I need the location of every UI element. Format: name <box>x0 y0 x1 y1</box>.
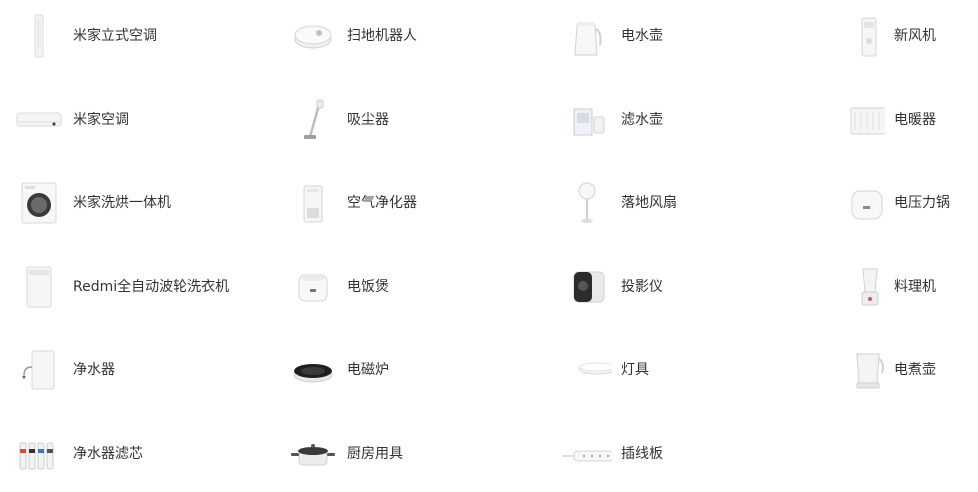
category-item-kettle[interactable]: 电水壶 <box>548 11 798 61</box>
category-item-robot-vacuum[interactable]: 扫地机器人 <box>274 11 524 61</box>
pot-icon <box>288 429 338 479</box>
air-purifier-icon <box>288 178 338 228</box>
category-label: 空气净化器 <box>347 195 417 211</box>
category-label: 扫地机器人 <box>347 28 417 44</box>
category-item-induction-cooker[interactable]: 电磁炉 <box>274 345 524 395</box>
health-pot-icon <box>835 345 885 395</box>
category-item-power-strip[interactable]: 插线板 <box>548 429 798 479</box>
category-label: 料理机 <box>894 279 936 295</box>
category-label: 电压力锅 <box>894 195 950 211</box>
category-label: 电暖器 <box>894 112 936 128</box>
washer-dryer-icon <box>14 178 64 228</box>
category-item-pressure-cooker[interactable]: 电压力锅 <box>821 178 978 228</box>
category-label: 灯具 <box>621 362 649 378</box>
filter-pitcher-icon <box>562 95 612 145</box>
category-item-air-purifier[interactable]: 空气净化器 <box>274 178 524 228</box>
category-label: 滤水壶 <box>621 112 663 128</box>
filter-cartridge-icon <box>14 429 64 479</box>
heater-icon <box>835 95 885 145</box>
floor-fan-icon <box>562 178 612 228</box>
category-label: 电煮壶 <box>894 362 936 378</box>
pressure-cooker-icon <box>835 178 885 228</box>
power-strip-icon <box>562 429 612 479</box>
category-item-top-load-washer[interactable]: Redmi全自动波轮洗衣机 <box>0 262 250 312</box>
category-item-health-pot[interactable]: 电煮壶 <box>821 345 978 395</box>
category-item-blender[interactable]: 料理机 <box>821 262 978 312</box>
category-item-fresh-air[interactable]: 新风机 <box>821 11 978 61</box>
product-category-grid: 米家立式空调 米家空调 米家洗烘一体机 Redmi全自动波轮洗衣机 净水器 净水… <box>0 0 978 492</box>
water-purifier-icon <box>14 345 64 395</box>
kettle-icon <box>562 11 612 61</box>
stick-vacuum-icon <box>288 95 338 145</box>
projector-icon <box>562 262 612 312</box>
category-label: 厨房用具 <box>347 446 403 462</box>
category-item-heater[interactable]: 电暖器 <box>821 95 978 145</box>
category-label: 净水器滤芯 <box>73 446 143 462</box>
category-label: 净水器 <box>73 362 115 378</box>
rice-cooker-icon <box>288 262 338 312</box>
category-label: 电饭煲 <box>347 279 389 295</box>
category-item-washer-dryer[interactable]: 米家洗烘一体机 <box>0 178 250 228</box>
category-label: 吸尘器 <box>347 112 389 128</box>
category-label: 落地风扇 <box>621 195 677 211</box>
category-item-water-purifier[interactable]: 净水器 <box>0 345 250 395</box>
wall-ac-icon <box>14 95 64 145</box>
category-label: 电水壶 <box>621 28 663 44</box>
category-item-filter-cartridge[interactable]: 净水器滤芯 <box>0 429 250 479</box>
category-item-projector[interactable]: 投影仪 <box>548 262 798 312</box>
ceiling-lamp-icon <box>562 345 612 395</box>
category-label: Redmi全自动波轮洗衣机 <box>73 279 230 295</box>
fresh-air-icon <box>835 11 885 61</box>
category-item-rice-cooker[interactable]: 电饭煲 <box>274 262 524 312</box>
category-item-floor-fan[interactable]: 落地风扇 <box>548 178 798 228</box>
category-label: 米家立式空调 <box>73 28 157 44</box>
category-item-filter-pitcher[interactable]: 滤水壶 <box>548 95 798 145</box>
category-item-pot[interactable]: 厨房用具 <box>274 429 524 479</box>
category-label: 米家空调 <box>73 112 129 128</box>
induction-cooker-icon <box>288 345 338 395</box>
category-item-stick-vacuum[interactable]: 吸尘器 <box>274 95 524 145</box>
category-label: 新风机 <box>894 28 936 44</box>
blender-icon <box>835 262 885 312</box>
robot-vacuum-icon <box>288 11 338 61</box>
category-item-ceiling-lamp[interactable]: 灯具 <box>548 345 798 395</box>
category-item-standing-ac[interactable]: 米家立式空调 <box>0 11 250 61</box>
category-item-wall-ac[interactable]: 米家空调 <box>0 95 250 145</box>
category-label: 米家洗烘一体机 <box>73 195 171 211</box>
category-label: 电磁炉 <box>347 362 389 378</box>
category-label: 投影仪 <box>621 279 663 295</box>
standing-ac-icon <box>14 11 64 61</box>
category-label: 插线板 <box>621 446 663 462</box>
top-load-washer-icon <box>14 262 64 312</box>
